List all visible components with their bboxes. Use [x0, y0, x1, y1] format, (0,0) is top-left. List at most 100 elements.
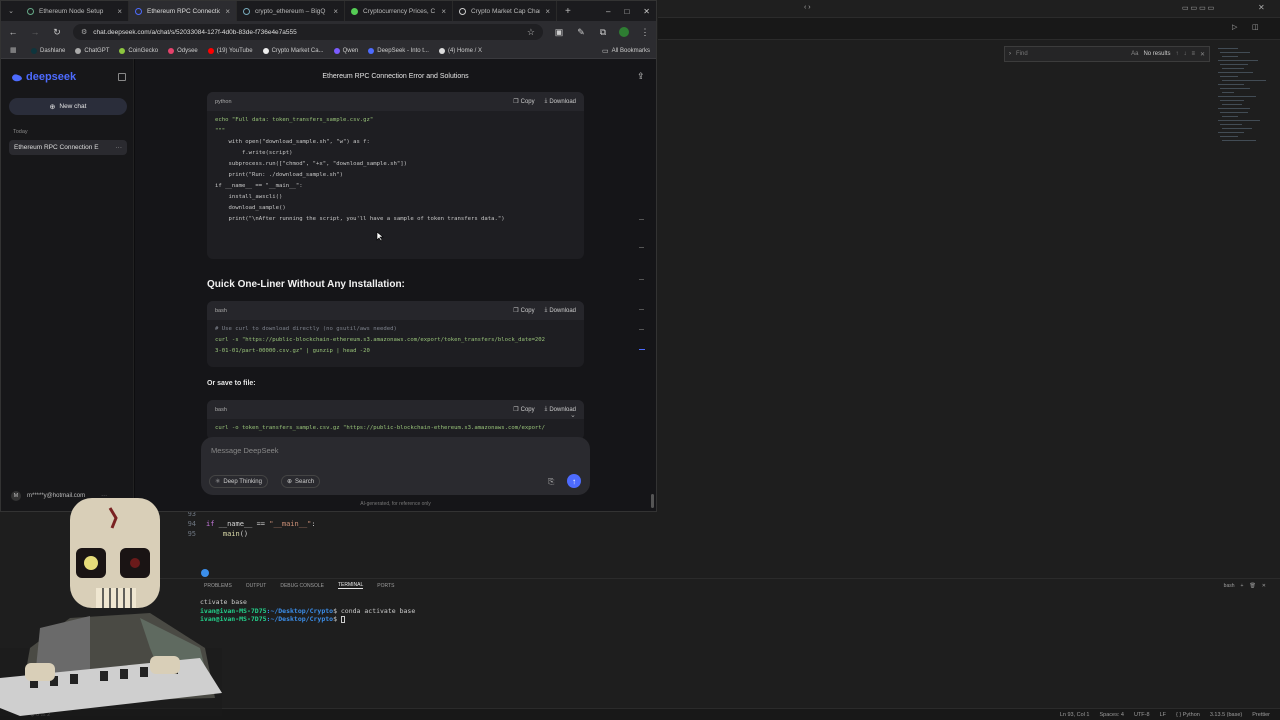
more-options-icon[interactable]: ···: [116, 144, 123, 151]
message-navigation-rail[interactable]: [639, 219, 647, 359]
terminal-shell-label[interactable]: bash: [1224, 583, 1235, 589]
rail-marker[interactable]: [639, 247, 644, 248]
message-composer: Message DeepSeek ⚛ Deep Thinking ⊕ Search …: [201, 437, 590, 495]
code-content[interactable]: # Use curl to download directly (no gsut…: [207, 320, 584, 361]
code-content[interactable]: curl -o token_transfers_sample.csv.gz "h…: [207, 419, 584, 438]
deep-thinking-toggle[interactable]: ⚛ Deep Thinking: [209, 475, 268, 488]
find-close-icon[interactable]: ✕: [1200, 51, 1205, 58]
find-menu-icon[interactable]: ≡: [1191, 51, 1195, 57]
deepseek-logo[interactable]: deepseek: [11, 71, 76, 83]
status-interpreter[interactable]: 3.13.5 (base): [1210, 712, 1242, 718]
status-indent[interactable]: Spaces: 4: [1100, 712, 1124, 718]
rail-marker[interactable]: [639, 279, 644, 280]
tab-output[interactable]: OUTPUT: [246, 583, 267, 589]
forward-icon[interactable]: →: [29, 27, 41, 37]
tab-close-icon[interactable]: ×: [441, 7, 446, 16]
new-tab-button[interactable]: +: [565, 6, 571, 17]
find-next-icon[interactable]: ↓: [1183, 51, 1186, 57]
browser-tab[interactable]: Ethereum Node Setup ×: [21, 1, 129, 21]
extension-icon[interactable]: ▣: [553, 27, 565, 38]
tab-debug-console[interactable]: DEBUG CONSOLE: [280, 583, 324, 589]
reload-icon[interactable]: ↻: [51, 27, 63, 38]
all-bookmarks[interactable]: ▭ All Bookmarks: [602, 47, 650, 55]
bookmark-qwen[interactable]: Qwen: [333, 47, 358, 54]
deepseek-sidebar: deepseek ⊕ New chat Today Ethereum RPC C…: [1, 59, 134, 511]
vscode-nav-arrows[interactable]: ‹ ›: [804, 4, 811, 11]
maximize-icon[interactable]: □: [624, 7, 629, 16]
apps-grid-icon[interactable]: ▦: [10, 46, 17, 54]
tab-close-icon[interactable]: ×: [117, 7, 122, 16]
window-close-icon[interactable]: ✕: [643, 7, 650, 16]
bookmark-chatgpt[interactable]: ChatGPT: [75, 47, 109, 54]
browser-tab-active[interactable]: Ethereum RPC Connection ×: [129, 1, 237, 21]
find-input[interactable]: Find: [1016, 51, 1126, 57]
scrollbar[interactable]: [651, 494, 654, 508]
puzzle-icon[interactable]: ⧉: [597, 27, 609, 38]
vscode-layout-icons[interactable]: ▭ ▭ ▭ ▭: [1182, 4, 1214, 12]
editor-code[interactable]: 93 94 if __name__ == "__main__": 95 main…: [160, 510, 1280, 560]
split-editor-icon[interactable]: ◫: [1252, 23, 1259, 31]
bookmark-crypto-market[interactable]: Crypto Market Ca...: [262, 47, 324, 54]
tab-search-icon[interactable]: ⌄: [1, 7, 21, 15]
status-prettier[interactable]: Prettier: [1252, 712, 1270, 718]
chat-history-item[interactable]: Ethereum RPC Connection E ···: [9, 140, 127, 155]
code-content[interactable]: echo "Full data: token_transfers_sample.…: [207, 111, 584, 229]
pen-icon[interactable]: ✎: [575, 27, 587, 38]
trash-icon[interactable]: 🗑: [1249, 583, 1255, 589]
rail-marker[interactable]: [639, 349, 645, 350]
browser-tab[interactable]: Crypto Market Cap Char ×: [453, 1, 557, 21]
bookmark-odysee[interactable]: Odysee: [168, 47, 198, 54]
browser-tab[interactable]: Cryptocurrency Prices, C ×: [345, 1, 453, 21]
url-field[interactable]: ⚙ chat.deepseek.com/a/chat/s/52033084-12…: [73, 24, 543, 40]
menu-kebab-icon[interactable]: ⋮: [639, 27, 651, 38]
find-prev-icon[interactable]: ↑: [1175, 51, 1178, 57]
panel-close-icon[interactable]: ✕: [1262, 583, 1266, 589]
bookmark-x[interactable]: (4) Home / X: [438, 47, 482, 54]
back-icon[interactable]: ←: [7, 27, 19, 37]
tab-ports[interactable]: PORTS: [377, 583, 394, 589]
status-eol[interactable]: LF: [1160, 712, 1166, 718]
bookmark-star-icon[interactable]: ☆: [527, 27, 535, 38]
rail-marker[interactable]: [639, 309, 644, 310]
copy-button[interactable]: ❐ Copy: [513, 307, 534, 315]
new-terminal-icon[interactable]: +: [1241, 583, 1244, 589]
tab-close-icon[interactable]: ×: [225, 7, 230, 16]
share-icon[interactable]: ⇪: [637, 71, 645, 82]
minimize-icon[interactable]: –: [606, 7, 610, 16]
terminal[interactable]: ctivate base ivan@ivan-MS-7D75:~/Desktop…: [200, 598, 900, 624]
tab-close-icon[interactable]: ×: [545, 7, 550, 16]
download-button[interactable]: ⤓ Download: [545, 307, 576, 314]
bookmark-dashlane[interactable]: Dashlane: [31, 47, 65, 54]
status-cursor-pos[interactable]: Ln 93, Col 1: [1060, 712, 1090, 718]
search-toggle[interactable]: ⊕ Search: [281, 475, 321, 488]
scroll-down-icon[interactable]: ⌄: [570, 411, 576, 419]
rail-marker[interactable]: [639, 329, 644, 330]
code-lang-label: python: [215, 98, 232, 105]
minimap[interactable]: [1214, 44, 1274, 144]
attach-icon[interactable]: ⎘: [548, 477, 554, 487]
tab-close-icon[interactable]: ×: [333, 7, 338, 16]
vscode-close-icon[interactable]: ✕: [1258, 3, 1265, 12]
bookmark-deepseek[interactable]: DeepSeek - Into t...: [368, 47, 429, 54]
collapse-sidebar-icon[interactable]: [118, 73, 126, 81]
message-input[interactable]: Message DeepSeek: [211, 446, 279, 455]
find-toggle-icon[interactable]: ›: [1009, 51, 1011, 57]
run-icon[interactable]: ▷: [1232, 23, 1237, 31]
bookmark-youtube[interactable]: (19) YouTube: [207, 47, 253, 54]
rail-marker[interactable]: [639, 219, 644, 220]
bookmark-coingecko[interactable]: CoinGecko: [119, 47, 158, 54]
match-case-icon[interactable]: Aa: [1131, 51, 1138, 57]
status-encoding[interactable]: UTF-8: [1134, 712, 1150, 718]
send-button[interactable]: ↑: [567, 474, 581, 488]
site-info-icon[interactable]: ⚙: [81, 28, 87, 36]
profile-avatar[interactable]: [619, 27, 629, 37]
tab-terminal[interactable]: TERMINAL: [337, 582, 364, 589]
new-chat-button[interactable]: ⊕ New chat: [9, 98, 127, 115]
browser-tab[interactable]: crypto_ethereum – BigQ ×: [237, 1, 345, 21]
download-button[interactable]: ⤓ Download: [545, 98, 576, 105]
copy-button[interactable]: ❐ Copy: [513, 406, 534, 414]
status-language[interactable]: { } Python: [1176, 712, 1200, 718]
browser-window: ⌄ Ethereum Node Setup × Ethereum RPC Conn…: [0, 0, 657, 512]
minimap-line: [1222, 68, 1244, 69]
copy-button[interactable]: ❐ Copy: [513, 98, 534, 106]
